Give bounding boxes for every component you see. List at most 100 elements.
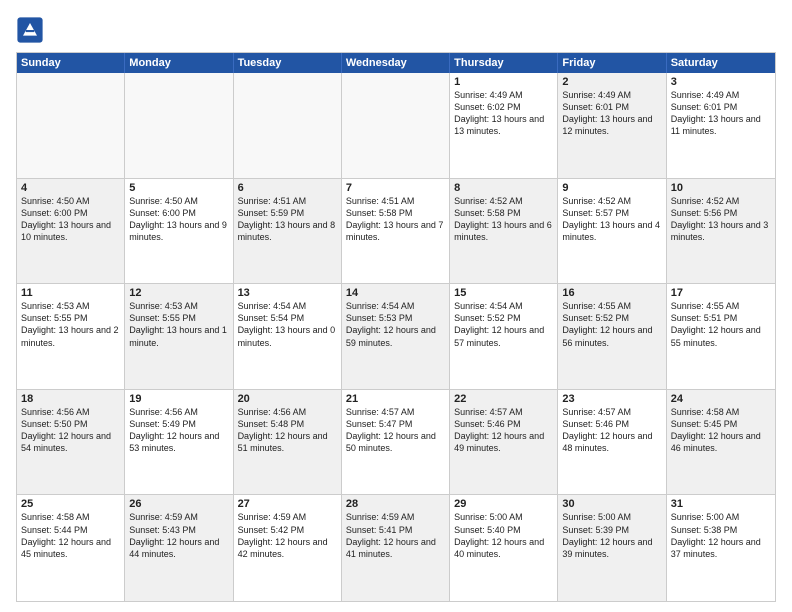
calendar-cell: 16Sunrise: 4:55 AMSunset: 5:52 PMDayligh…	[558, 284, 666, 389]
day-number: 6	[238, 182, 337, 194]
calendar-cell: 30Sunrise: 5:00 AMSunset: 5:39 PMDayligh…	[558, 495, 666, 601]
calendar-cell: 22Sunrise: 4:57 AMSunset: 5:46 PMDayligh…	[450, 390, 558, 495]
day-info: Sunrise: 4:52 AMSunset: 5:58 PMDaylight:…	[454, 195, 553, 244]
day-number: 21	[346, 393, 445, 405]
day-info: Sunrise: 4:53 AMSunset: 5:55 PMDaylight:…	[129, 300, 228, 349]
day-info: Sunrise: 4:57 AMSunset: 5:46 PMDaylight:…	[454, 406, 553, 455]
day-number: 20	[238, 393, 337, 405]
calendar-cell	[234, 73, 342, 178]
calendar-cell: 14Sunrise: 4:54 AMSunset: 5:53 PMDayligh…	[342, 284, 450, 389]
calendar-cell: 12Sunrise: 4:53 AMSunset: 5:55 PMDayligh…	[125, 284, 233, 389]
day-number: 23	[562, 393, 661, 405]
calendar-cell: 3Sunrise: 4:49 AMSunset: 6:01 PMDaylight…	[667, 73, 775, 178]
day-number: 11	[21, 287, 120, 299]
calendar-cell: 28Sunrise: 4:59 AMSunset: 5:41 PMDayligh…	[342, 495, 450, 601]
day-info: Sunrise: 4:49 AMSunset: 6:01 PMDaylight:…	[671, 89, 771, 138]
day-number: 15	[454, 287, 553, 299]
weekday-header: Tuesday	[234, 53, 342, 73]
weekday-header: Sunday	[17, 53, 125, 73]
day-number: 28	[346, 498, 445, 510]
weekday-header: Friday	[558, 53, 666, 73]
calendar-cell: 19Sunrise: 4:56 AMSunset: 5:49 PMDayligh…	[125, 390, 233, 495]
calendar-cell: 15Sunrise: 4:54 AMSunset: 5:52 PMDayligh…	[450, 284, 558, 389]
calendar-cell: 29Sunrise: 5:00 AMSunset: 5:40 PMDayligh…	[450, 495, 558, 601]
calendar-week: 4Sunrise: 4:50 AMSunset: 6:00 PMDaylight…	[17, 179, 775, 285]
calendar-cell: 2Sunrise: 4:49 AMSunset: 6:01 PMDaylight…	[558, 73, 666, 178]
calendar-cell: 10Sunrise: 4:52 AMSunset: 5:56 PMDayligh…	[667, 179, 775, 284]
calendar-cell	[17, 73, 125, 178]
calendar-cell	[125, 73, 233, 178]
day-number: 5	[129, 182, 228, 194]
day-info: Sunrise: 4:53 AMSunset: 5:55 PMDaylight:…	[21, 300, 120, 349]
day-info: Sunrise: 4:58 AMSunset: 5:45 PMDaylight:…	[671, 406, 771, 455]
day-info: Sunrise: 4:55 AMSunset: 5:52 PMDaylight:…	[562, 300, 661, 349]
day-info: Sunrise: 4:52 AMSunset: 5:57 PMDaylight:…	[562, 195, 661, 244]
day-info: Sunrise: 4:49 AMSunset: 6:02 PMDaylight:…	[454, 89, 553, 138]
calendar-cell: 6Sunrise: 4:51 AMSunset: 5:59 PMDaylight…	[234, 179, 342, 284]
day-number: 7	[346, 182, 445, 194]
day-info: Sunrise: 4:56 AMSunset: 5:48 PMDaylight:…	[238, 406, 337, 455]
day-info: Sunrise: 4:50 AMSunset: 6:00 PMDaylight:…	[129, 195, 228, 244]
calendar-cell: 25Sunrise: 4:58 AMSunset: 5:44 PMDayligh…	[17, 495, 125, 601]
calendar-cell: 26Sunrise: 4:59 AMSunset: 5:43 PMDayligh…	[125, 495, 233, 601]
day-number: 4	[21, 182, 120, 194]
day-info: Sunrise: 4:50 AMSunset: 6:00 PMDaylight:…	[21, 195, 120, 244]
day-number: 26	[129, 498, 228, 510]
day-info: Sunrise: 5:00 AMSunset: 5:39 PMDaylight:…	[562, 511, 661, 560]
day-info: Sunrise: 4:54 AMSunset: 5:54 PMDaylight:…	[238, 300, 337, 349]
day-info: Sunrise: 5:00 AMSunset: 5:40 PMDaylight:…	[454, 511, 553, 560]
day-info: Sunrise: 4:59 AMSunset: 5:41 PMDaylight:…	[346, 511, 445, 560]
day-info: Sunrise: 4:59 AMSunset: 5:43 PMDaylight:…	[129, 511, 228, 560]
calendar-cell: 8Sunrise: 4:52 AMSunset: 5:58 PMDaylight…	[450, 179, 558, 284]
calendar-week: 1Sunrise: 4:49 AMSunset: 6:02 PMDaylight…	[17, 73, 775, 179]
day-number: 17	[671, 287, 771, 299]
calendar-cell: 13Sunrise: 4:54 AMSunset: 5:54 PMDayligh…	[234, 284, 342, 389]
calendar-cell: 4Sunrise: 4:50 AMSunset: 6:00 PMDaylight…	[17, 179, 125, 284]
day-number: 16	[562, 287, 661, 299]
day-info: Sunrise: 4:57 AMSunset: 5:47 PMDaylight:…	[346, 406, 445, 455]
weekday-header: Thursday	[450, 53, 558, 73]
calendar-cell: 5Sunrise: 4:50 AMSunset: 6:00 PMDaylight…	[125, 179, 233, 284]
calendar-cell: 27Sunrise: 4:59 AMSunset: 5:42 PMDayligh…	[234, 495, 342, 601]
day-info: Sunrise: 4:56 AMSunset: 5:50 PMDaylight:…	[21, 406, 120, 455]
day-info: Sunrise: 4:59 AMSunset: 5:42 PMDaylight:…	[238, 511, 337, 560]
calendar: SundayMondayTuesdayWednesdayThursdayFrid…	[16, 52, 776, 602]
header	[16, 16, 776, 44]
day-number: 31	[671, 498, 771, 510]
day-number: 3	[671, 76, 771, 88]
day-info: Sunrise: 4:58 AMSunset: 5:44 PMDaylight:…	[21, 511, 120, 560]
calendar-cell: 1Sunrise: 4:49 AMSunset: 6:02 PMDaylight…	[450, 73, 558, 178]
calendar-week: 25Sunrise: 4:58 AMSunset: 5:44 PMDayligh…	[17, 495, 775, 601]
day-info: Sunrise: 4:54 AMSunset: 5:53 PMDaylight:…	[346, 300, 445, 349]
day-number: 8	[454, 182, 553, 194]
day-number: 27	[238, 498, 337, 510]
day-info: Sunrise: 4:57 AMSunset: 5:46 PMDaylight:…	[562, 406, 661, 455]
day-number: 22	[454, 393, 553, 405]
calendar-cell: 21Sunrise: 4:57 AMSunset: 5:47 PMDayligh…	[342, 390, 450, 495]
day-number: 2	[562, 76, 661, 88]
calendar-cell: 17Sunrise: 4:55 AMSunset: 5:51 PMDayligh…	[667, 284, 775, 389]
day-info: Sunrise: 4:49 AMSunset: 6:01 PMDaylight:…	[562, 89, 661, 138]
day-number: 29	[454, 498, 553, 510]
calendar-body: 1Sunrise: 4:49 AMSunset: 6:02 PMDaylight…	[17, 73, 775, 601]
weekday-header: Wednesday	[342, 53, 450, 73]
day-info: Sunrise: 4:52 AMSunset: 5:56 PMDaylight:…	[671, 195, 771, 244]
day-number: 30	[562, 498, 661, 510]
calendar-cell: 23Sunrise: 4:57 AMSunset: 5:46 PMDayligh…	[558, 390, 666, 495]
day-info: Sunrise: 5:00 AMSunset: 5:38 PMDaylight:…	[671, 511, 771, 560]
day-info: Sunrise: 4:51 AMSunset: 5:59 PMDaylight:…	[238, 195, 337, 244]
calendar-cell: 24Sunrise: 4:58 AMSunset: 5:45 PMDayligh…	[667, 390, 775, 495]
day-number: 10	[671, 182, 771, 194]
day-number: 13	[238, 287, 337, 299]
day-number: 1	[454, 76, 553, 88]
day-number: 25	[21, 498, 120, 510]
calendar-cell: 31Sunrise: 5:00 AMSunset: 5:38 PMDayligh…	[667, 495, 775, 601]
day-number: 18	[21, 393, 120, 405]
day-info: Sunrise: 4:51 AMSunset: 5:58 PMDaylight:…	[346, 195, 445, 244]
day-number: 12	[129, 287, 228, 299]
calendar-cell: 20Sunrise: 4:56 AMSunset: 5:48 PMDayligh…	[234, 390, 342, 495]
day-info: Sunrise: 4:55 AMSunset: 5:51 PMDaylight:…	[671, 300, 771, 349]
logo	[16, 16, 48, 44]
weekday-header: Monday	[125, 53, 233, 73]
day-number: 19	[129, 393, 228, 405]
